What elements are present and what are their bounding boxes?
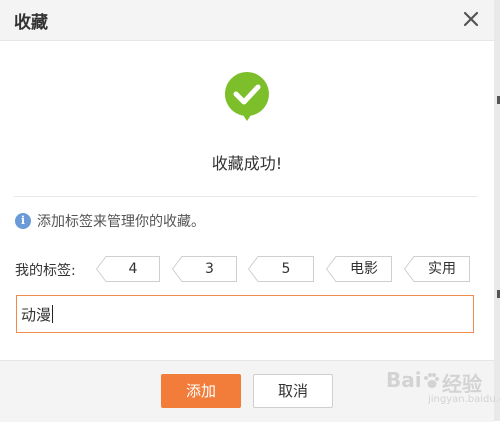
tag-input-value: 动漫 — [21, 305, 52, 324]
tag-label: 3 — [205, 261, 214, 277]
cancel-button[interactable]: 取消 — [253, 374, 333, 408]
check-circle-icon — [223, 70, 271, 122]
paw-icon — [424, 373, 439, 388]
my-tags-label: 我的标签: — [15, 263, 76, 279]
info-icon: i — [15, 213, 31, 229]
tag-item[interactable]: 4 — [96, 256, 160, 282]
baidu-watermark: Bai 经验 jingyan.baidu.com — [386, 368, 500, 412]
hint-row: i 添加标签来管理你的收藏。 — [15, 211, 205, 231]
tag-label: 电影 — [350, 261, 378, 277]
text-caret — [52, 305, 54, 323]
tag-label: 5 — [281, 261, 291, 277]
watermark-brand-suffix: 经验 — [442, 372, 482, 396]
tag-label: 实用 — [428, 261, 456, 277]
tag-item[interactable]: 3 — [172, 256, 237, 282]
watermark-url: jingyan.baidu.com — [428, 394, 500, 405]
tag-label: 4 — [128, 261, 138, 277]
add-button[interactable]: 添加 — [161, 374, 241, 408]
dialog-header: 收藏 — [0, 0, 494, 41]
success-message: 收藏成功! — [211, 154, 283, 173]
background-page-edge — [494, 0, 500, 421]
tag-input[interactable]: 动漫 — [16, 295, 474, 333]
hint-text: 添加标签来管理你的收藏。 — [37, 214, 205, 230]
watermark-brand: Bai — [386, 368, 422, 392]
favorite-dialog: 收藏 收藏成功! i 添加标签来管理你的收藏。 我的标签: 4 3 5 电影 实… — [0, 0, 500, 422]
tag-item[interactable]: 实用 — [404, 256, 470, 282]
tag-item[interactable]: 电影 — [326, 256, 392, 282]
tag-item[interactable]: 5 — [248, 256, 314, 282]
dialog-title: 收藏 — [14, 13, 48, 33]
close-icon[interactable] — [460, 8, 482, 30]
divider — [14, 196, 478, 197]
